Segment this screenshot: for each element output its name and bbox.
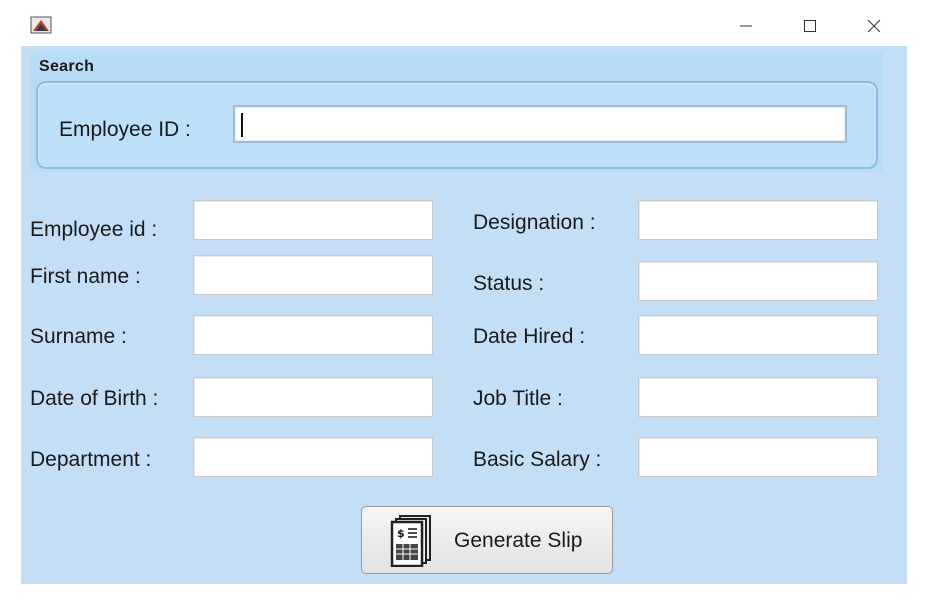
status-label: Status : [473, 272, 545, 295]
title-bar [0, 0, 930, 46]
text-caret [241, 113, 243, 137]
payslip-icon-text: $ [397, 527, 405, 540]
employee-id-field[interactable] [193, 200, 433, 240]
minimize-button[interactable] [734, 14, 758, 38]
first-name-field[interactable] [193, 255, 433, 295]
search-box: Employee ID : [36, 81, 878, 169]
first-name-label: First name : [30, 265, 141, 288]
employee-id-search-label: Employee ID : [59, 118, 191, 141]
minimize-icon [740, 25, 752, 27]
date-hired-label: Date Hired : [473, 325, 586, 348]
designation-field[interactable] [638, 200, 878, 240]
job-title-field[interactable] [638, 377, 878, 417]
search-panel-title: Search [39, 58, 95, 75]
status-field[interactable] [638, 261, 878, 301]
surname-field[interactable] [193, 315, 433, 355]
search-panel: Search Employee ID : [31, 52, 883, 172]
date-of-birth-label: Date of Birth : [30, 387, 159, 410]
java-app-icon [30, 16, 52, 34]
designation-label: Designation : [473, 211, 596, 234]
basic-salary-field[interactable] [638, 437, 878, 477]
employee-id-search-input[interactable] [233, 105, 847, 143]
employee-id-label: Employee id : [30, 218, 158, 241]
payslip-icon: $ [390, 515, 431, 567]
generate-slip-label: Generate Slip [454, 529, 583, 552]
close-icon [867, 19, 881, 33]
basic-salary-label: Basic Salary : [473, 448, 602, 471]
date-of-birth-field[interactable] [193, 377, 433, 417]
main-panel: Search Employee ID : Employee id : First… [21, 46, 907, 584]
maximize-icon [804, 20, 816, 32]
generate-slip-button[interactable]: $ Generate Slip [361, 506, 613, 574]
surname-label: Surname : [30, 325, 127, 348]
maximize-button[interactable] [798, 14, 822, 38]
department-label: Department : [30, 448, 152, 471]
date-hired-field[interactable] [638, 315, 878, 355]
job-title-label: Job Title : [473, 387, 563, 410]
close-button[interactable] [862, 14, 886, 38]
department-field[interactable] [193, 437, 433, 477]
